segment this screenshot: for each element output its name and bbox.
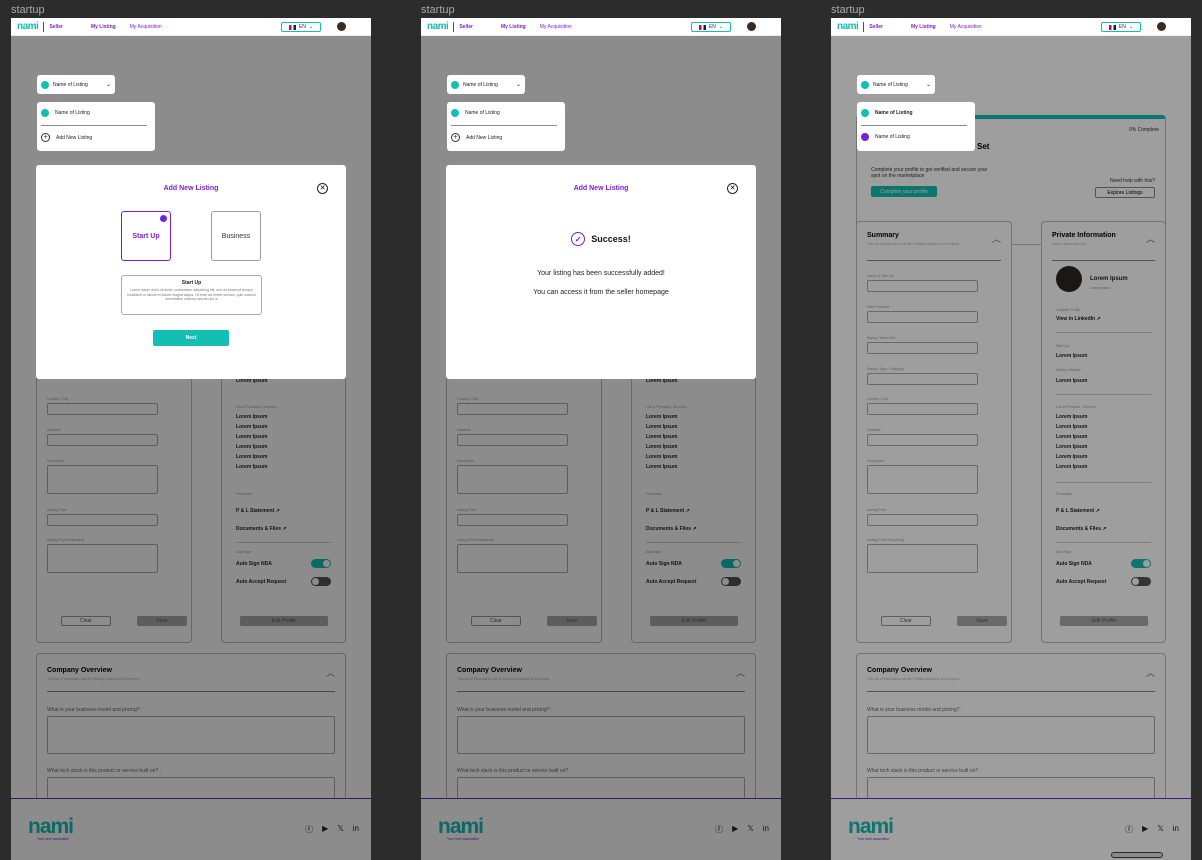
top-nav: nami Seller My Listing My Acquisition EN… (421, 18, 781, 36)
frame-success: nami Seller My Listing My Acquisition EN… (421, 18, 781, 860)
option-description: Start Up Lorem ipsum dolor sit amet, con… (121, 275, 262, 315)
add-listing-modal: Add New Listing ✕ Start Up Business Star… (36, 165, 346, 379)
success-heading: ✓ Success! (446, 232, 756, 246)
listing-dropdown-menu: Name of Listing Name of Listing (857, 102, 975, 151)
frame-label: startup (421, 4, 455, 16)
close-icon[interactable]: ✕ (317, 183, 328, 194)
chevron-down-icon: ⌄ (718, 24, 724, 30)
frame-dropdown-open: nami Seller My Listing My Acquisition EN… (831, 18, 1191, 860)
dropdown-item-listing[interactable]: Name of Listing (861, 109, 913, 117)
modal-backdrop[interactable]: Name of Listing ⌄ Name of Listing + Add Ne… (421, 36, 781, 860)
nav-my-listing[interactable]: My Listing (91, 24, 116, 30)
frame-label: startup (831, 4, 865, 16)
plus-icon: + (451, 133, 460, 142)
language-select[interactable]: EN ⌄ (1101, 22, 1141, 32)
modal-title: Add New Listing (163, 185, 219, 192)
listing-icon (451, 80, 459, 89)
divider (451, 125, 557, 126)
dropdown-item-add-new[interactable]: + Add New Listing (41, 133, 92, 142)
avatar[interactable] (747, 22, 756, 31)
dropdown-backdrop[interactable]: Name of Listing ⌄ Name of Listing Name of… (831, 36, 1191, 860)
nav-seller: Seller (459, 23, 473, 30)
nav-my-acquisition[interactable]: My Acquisition (540, 24, 572, 30)
language-select[interactable]: EN ⌄ (691, 22, 731, 32)
frame-label: startup (11, 4, 45, 16)
dropdown-item-listing[interactable]: Name of Listing (41, 109, 90, 117)
nav-divider (453, 21, 455, 32)
chevron-down-icon: ⌄ (1128, 24, 1134, 30)
listing-icon (41, 80, 49, 89)
option-description-title: Start Up (181, 280, 202, 286)
listing-icon (41, 109, 49, 117)
nav-divider (863, 21, 865, 32)
chevron-down-icon: ⌄ (515, 82, 521, 88)
listing-dropdown-menu: Name of Listing + Add New Listing (447, 102, 565, 151)
listing-icon (861, 80, 869, 89)
nav-divider (43, 21, 45, 32)
nav-seller: Seller (869, 23, 883, 30)
dropdown-item-add-new[interactable]: + Add New Listing (451, 133, 502, 142)
listing-dropdown[interactable]: Name of Listing ⌄ (857, 75, 935, 94)
nami-logo[interactable]: nami (17, 21, 39, 32)
nami-logo[interactable]: nami (427, 21, 449, 32)
listing-dropdown[interactable]: Name of Listing ⌄ (447, 75, 525, 94)
option-business[interactable]: Business (211, 211, 261, 261)
listing-icon (451, 109, 459, 117)
modal-title: Add New Listing (573, 185, 629, 192)
top-nav: nami Seller My Listing My Acquisition EN… (11, 18, 371, 36)
nav-my-acquisition[interactable]: My Acquisition (130, 24, 162, 30)
divider (861, 125, 967, 126)
check-circle-icon: ✓ (571, 232, 586, 246)
listing-icon (861, 109, 869, 117)
dropdown-item-listing[interactable]: Name of Listing (451, 109, 500, 117)
avatar[interactable] (337, 22, 346, 31)
nav-my-listing[interactable]: My Listing (501, 24, 526, 30)
top-nav: nami Seller My Listing My Acquisition EN… (831, 18, 1191, 36)
success-message: Your listing has been successfully added… (537, 270, 665, 277)
listing-dropdown[interactable]: Name of Listing ⌄ (37, 75, 115, 94)
option-description-text: Lorem ipsum dolor sit amet, consectetur … (127, 288, 256, 301)
listing-dropdown-menu: Name of Listing + Add New Listing (37, 102, 155, 151)
uk-flag-icon (288, 24, 296, 30)
language-select[interactable]: EN ⌄ (281, 22, 321, 32)
dropdown-item-listing-2[interactable]: Name of Listing (861, 133, 910, 141)
uk-flag-icon (698, 24, 706, 30)
success-modal: Add New Listing ✕ ✓ Success! Your listing… (446, 165, 756, 379)
chevron-down-icon: ⌄ (105, 82, 111, 88)
next-button[interactable]: Next (153, 330, 229, 346)
nami-logo[interactable]: nami (837, 21, 859, 32)
chevron-down-icon: ⌄ (308, 24, 314, 30)
frame-add-listing: nami Seller My Listing My Acquisition EN… (11, 18, 371, 860)
nav-my-acquisition[interactable]: My Acquisition (950, 24, 982, 30)
close-icon[interactable]: ✕ (727, 183, 738, 194)
uk-flag-icon (1108, 24, 1116, 30)
plus-icon: + (41, 133, 50, 142)
nav-seller: Seller (49, 23, 63, 30)
success-hint: You can access it from the seller homepa… (533, 289, 669, 296)
avatar[interactable] (1157, 22, 1166, 31)
chevron-down-icon: ⌄ (925, 82, 931, 88)
option-startup[interactable]: Start Up (121, 211, 171, 261)
radio-selected-icon (160, 215, 167, 222)
divider (41, 125, 147, 126)
modal-backdrop[interactable]: Name of Listing ⌄ Name of Listing + Add Ne… (11, 36, 371, 860)
listing-icon (861, 133, 869, 141)
nav-my-listing[interactable]: My Listing (911, 24, 936, 30)
